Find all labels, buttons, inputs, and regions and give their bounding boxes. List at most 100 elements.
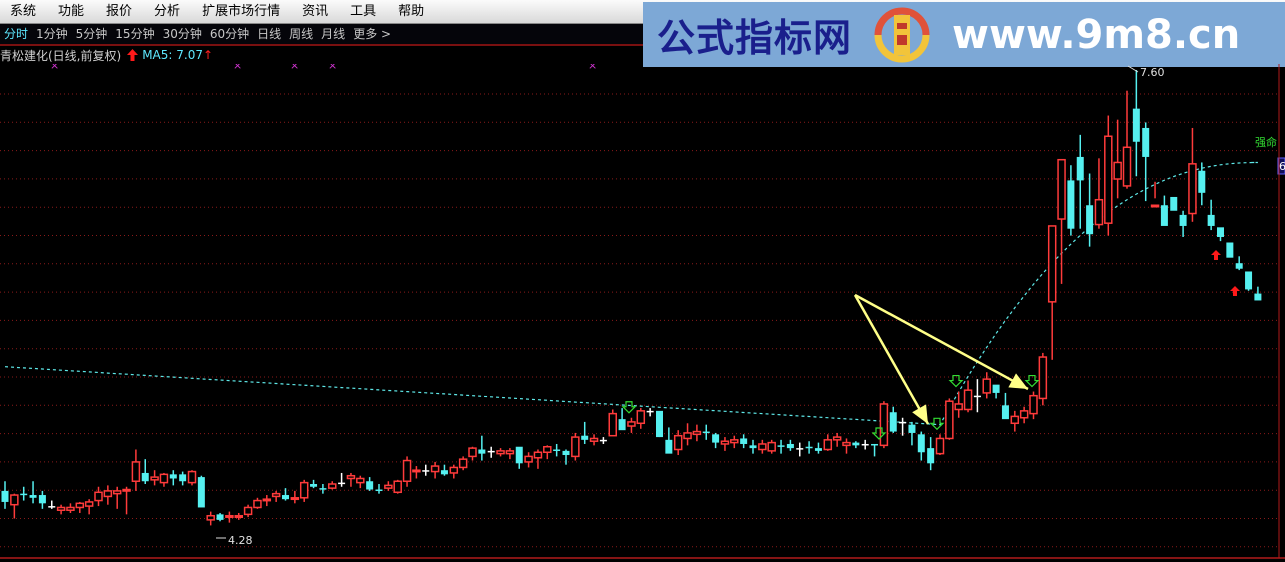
candle (356, 475, 365, 489)
period-tab-9[interactable]: 更多 > (349, 24, 395, 44)
candle (1217, 227, 1224, 242)
candle (402, 456, 412, 487)
candle (524, 452, 533, 468)
menu-item-4[interactable]: 扩展市场行情 (192, 0, 292, 23)
candle-body (1235, 263, 1243, 269)
period-tab-6[interactable]: 日线 (253, 24, 285, 44)
candle (608, 409, 617, 437)
candle (20, 486, 28, 501)
candle-body (740, 438, 748, 444)
candle (346, 472, 356, 487)
period-tab-4[interactable]: 30分钟 (159, 24, 206, 44)
candle-body (496, 450, 505, 455)
candle (131, 449, 141, 491)
candle-body (1047, 225, 1057, 303)
candle-body (524, 455, 533, 463)
candle (982, 372, 991, 399)
candle (1207, 199, 1215, 231)
candle-body (871, 443, 879, 446)
period-tab-8[interactable]: 月线 (317, 24, 349, 44)
menu-item-1[interactable]: 功能 (48, 0, 96, 23)
candle (758, 439, 767, 454)
period-tab-3[interactable]: 15分钟 (111, 24, 158, 44)
candle (1188, 127, 1197, 222)
candle-body (422, 470, 430, 472)
candle-body (543, 445, 552, 454)
period-tab-7[interactable]: 周线 (285, 24, 317, 44)
candle-body (458, 458, 468, 469)
menu-item-5[interactable]: 资讯 (292, 0, 340, 23)
candle (271, 490, 281, 502)
candle-body (730, 439, 739, 444)
top-markers: × × × × × (50, 64, 597, 72)
candle-body (842, 441, 851, 447)
candle-body (1038, 356, 1048, 400)
candle-body (66, 506, 75, 511)
menu-item-0[interactable]: 系统 (0, 0, 48, 23)
candle-body (683, 432, 692, 440)
candle (103, 485, 113, 505)
candle-body (589, 437, 599, 442)
candle-body (206, 514, 215, 521)
candle-body (328, 483, 337, 489)
candle (1254, 286, 1262, 301)
candle (179, 471, 187, 486)
candle (730, 435, 739, 449)
candle-body (94, 491, 103, 502)
high-pointer (1127, 65, 1139, 73)
candle (712, 432, 720, 449)
site-name: 公式指标网 (657, 16, 853, 60)
candlestick-chart[interactable]: × × × × × 7.60 4.28 强命 6 (0, 64, 1285, 562)
candle-body (319, 488, 327, 490)
candle-body (935, 437, 945, 455)
period-tab-5[interactable]: 60分钟 (206, 24, 253, 44)
site-url: www.9m8.cn (952, 11, 1241, 58)
candle (216, 512, 224, 522)
candle-body (618, 419, 626, 431)
menu-item-7[interactable]: 帮助 (388, 0, 436, 23)
candle (777, 439, 785, 454)
candle (1226, 242, 1234, 258)
candle (935, 434, 945, 456)
candle-body (927, 448, 935, 464)
menu-item-2[interactable]: 报价 (96, 0, 144, 23)
signal-up-arrow-icon (1230, 286, 1240, 296)
candle (1094, 158, 1104, 229)
candle-body (131, 461, 141, 482)
period-tab-0[interactable]: 分时 (0, 24, 32, 44)
candle (814, 442, 822, 454)
candle-body (159, 473, 169, 484)
period-tab-2[interactable]: 5分钟 (72, 24, 112, 44)
candle (243, 504, 253, 518)
candle-body (832, 436, 842, 441)
candle-body (702, 431, 710, 434)
candle-body (449, 466, 459, 474)
ma5-trend-icon: ↑ (202, 48, 214, 62)
candle-body (992, 384, 1000, 393)
candle-body (169, 474, 177, 479)
candle-body (1019, 410, 1029, 419)
candle-body (712, 434, 720, 443)
menu-item-6[interactable]: 工具 (340, 0, 388, 23)
candle (141, 459, 149, 484)
candle (253, 497, 262, 509)
period-tab-1[interactable]: 1分钟 (32, 24, 72, 44)
candle (187, 470, 197, 486)
candles (1, 70, 1262, 526)
menu-item-3[interactable]: 分析 (144, 0, 192, 23)
candle-body (468, 447, 477, 458)
candle-body (1113, 161, 1122, 180)
candle-body (356, 477, 365, 484)
candle (1047, 225, 1057, 360)
high-price-label: 7.60 (1140, 66, 1165, 79)
candle (683, 423, 692, 446)
candle-body (122, 488, 131, 492)
candle (636, 408, 646, 429)
candle-body (954, 403, 963, 411)
candle-body (225, 514, 234, 518)
candle (581, 421, 589, 444)
candle-body (908, 424, 916, 433)
candle-body (889, 412, 897, 432)
candle (262, 495, 272, 507)
candle-body (1179, 214, 1187, 226)
